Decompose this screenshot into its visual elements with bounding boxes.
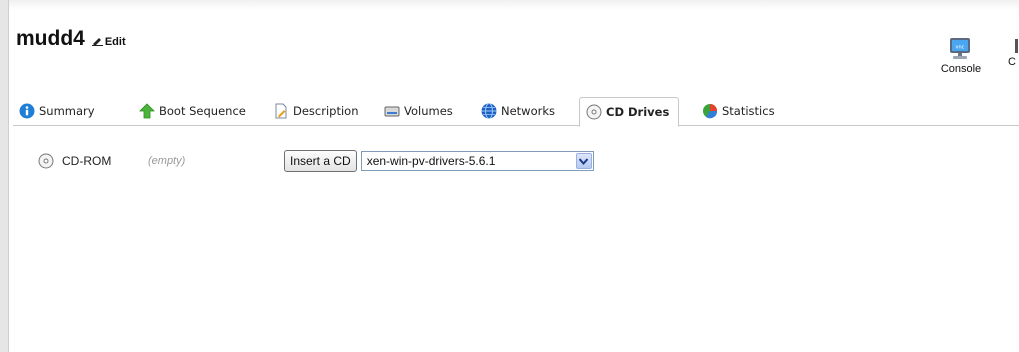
- tab-description-label: Description: [293, 104, 359, 118]
- tab-volumes-label: Volumes: [404, 104, 453, 118]
- tab-summary-label: Summary: [39, 104, 95, 118]
- tab-statistics-label: Statistics: [722, 104, 775, 118]
- window-top-border: [9, 0, 1019, 10]
- tab-boot-sequence[interactable]: Boot Sequence: [139, 99, 246, 123]
- tab-networks[interactable]: Networks: [481, 99, 555, 123]
- tab-networks-label: Networks: [501, 104, 556, 118]
- next-toolbar-label: C: [1008, 56, 1016, 68]
- vnc-console-icon: vnc: [950, 38, 970, 59]
- tab-cd-drives-label: CD Drives: [606, 105, 670, 119]
- iso-select[interactable]: xen-win-pv-drivers-5.6.1: [360, 151, 594, 171]
- tab-summary[interactable]: Summary: [19, 99, 95, 123]
- tab-bar: Summary Boot Sequence Description Volume…: [13, 97, 1019, 127]
- edit-name-link[interactable]: Edit: [91, 34, 126, 48]
- info-icon: [19, 103, 35, 119]
- up-arrow-icon: [139, 103, 155, 119]
- chevron-down-icon[interactable]: [575, 153, 592, 169]
- document-icon: [275, 103, 287, 119]
- console-button[interactable]: vnc Console: [933, 36, 989, 75]
- tab-volumes[interactable]: Volumes: [384, 99, 453, 123]
- cd-drive-icon: [38, 153, 54, 169]
- edit-label: Edit: [104, 36, 126, 48]
- pencil-icon: [91, 38, 103, 46]
- cd-icon: [586, 104, 602, 120]
- tab-statistics[interactable]: Statistics: [702, 99, 775, 123]
- iso-select-value: xen-win-pv-drivers-5.6.1: [366, 154, 496, 168]
- insert-cd-button[interactable]: Insert a CD: [284, 150, 357, 172]
- disk-icon: [384, 106, 400, 117]
- tab-cd-drives[interactable]: CD Drives: [579, 97, 680, 127]
- pie-chart-icon: [703, 104, 718, 119]
- toolbar-icon-partial: [1015, 39, 1018, 53]
- console-label: Console: [940, 63, 982, 75]
- cd-drive-name: CD-ROM: [62, 154, 112, 168]
- cd-drives-panel: CD-ROM (empty) Insert a CD xen-win-pv-dr…: [38, 150, 1019, 172]
- vm-name-title: mudd4: [16, 27, 85, 50]
- next-toolbar-button[interactable]: C: [1008, 36, 1019, 68]
- tab-description[interactable]: Description: [273, 99, 359, 123]
- cd-drive-row: CD-ROM (empty) Insert a CD xen-win-pv-dr…: [38, 150, 1019, 172]
- svg-text:vnc: vnc: [956, 45, 965, 51]
- window-left-border: [0, 0, 9, 352]
- cd-drive-status: (empty): [148, 155, 186, 167]
- tab-boot-sequence-label: Boot Sequence: [159, 104, 246, 118]
- vm-header: mudd4 Edit: [16, 27, 126, 51]
- globe-icon: [481, 103, 497, 119]
